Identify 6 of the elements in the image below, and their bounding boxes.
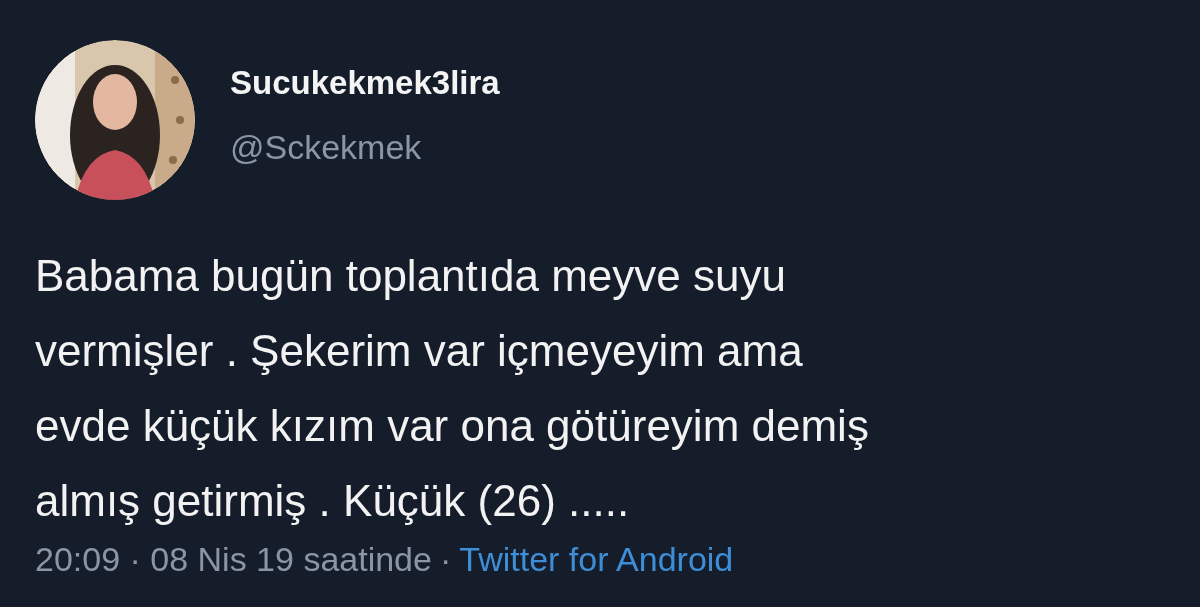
tweet-text: Babama bugün toplantıda meyve suyu vermişler . Şekerim var içmeyeyim ama evde küçük kızım var ona götüreyim demiş almış getirmiş . Küçük (26) ..... <box>35 250 870 527</box>
user-handle: @Sckekmek <box>230 127 423 167</box>
source-link[interactable]: Twitter for Android <box>459 540 734 579</box>
separator: · <box>439 540 452 579</box>
display-name: Sucukekmek3lira <box>230 63 500 102</box>
timestamp: 20:09 · 08 Nis 19 saatinde <box>35 540 432 579</box>
